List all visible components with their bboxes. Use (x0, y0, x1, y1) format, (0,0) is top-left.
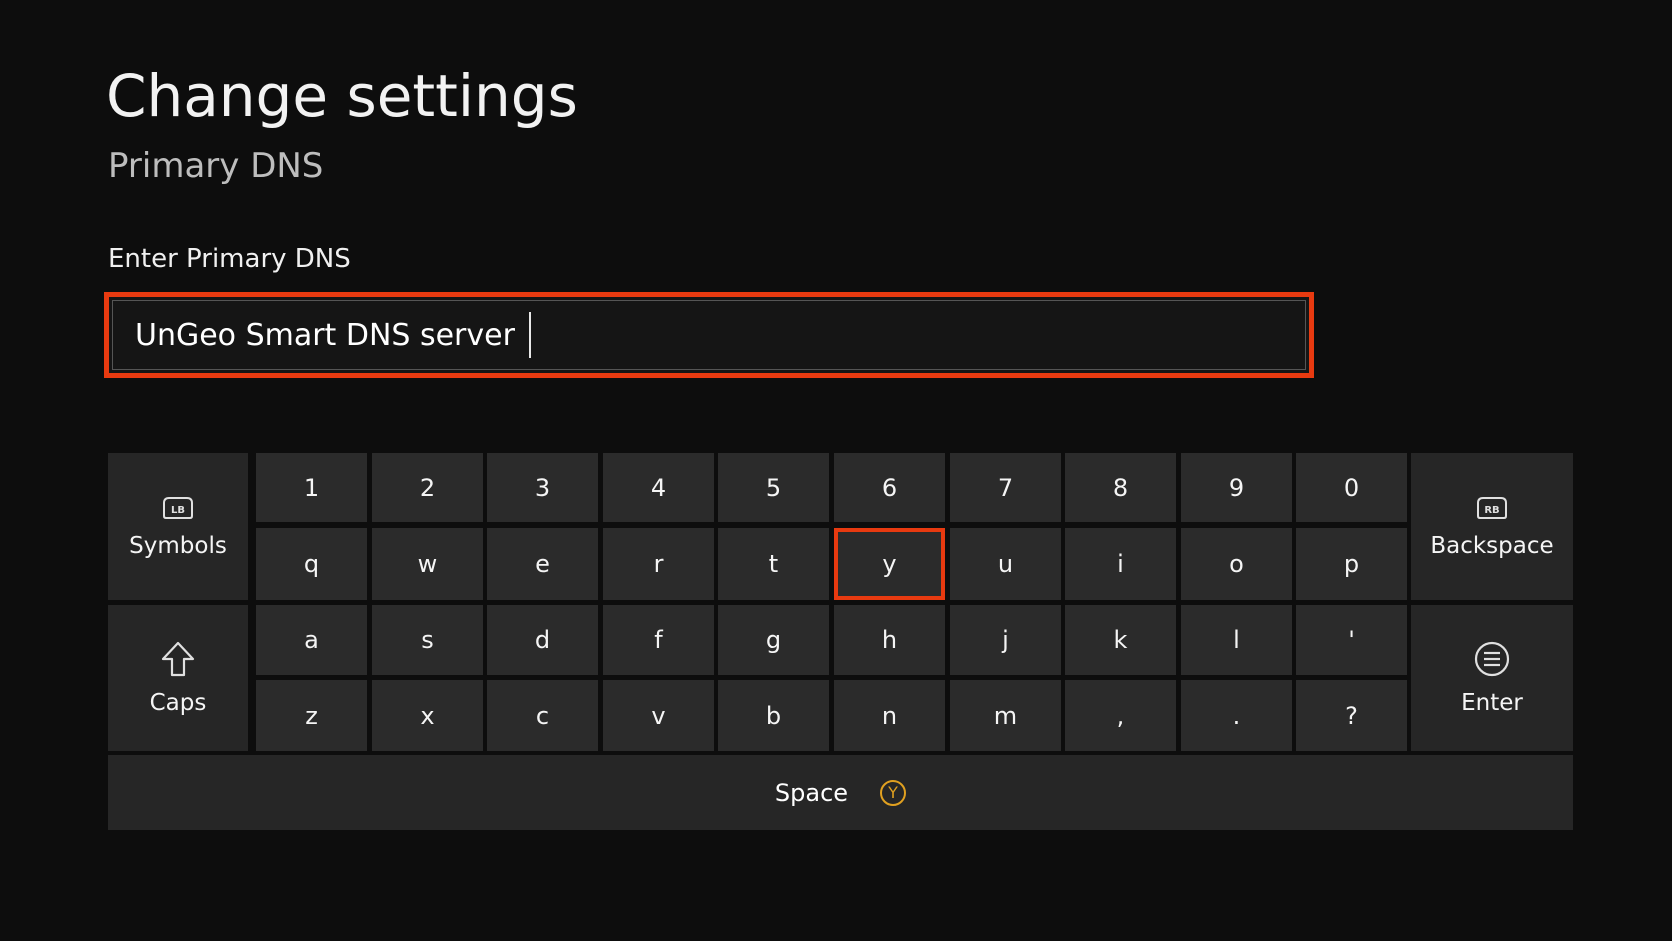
key-0-6[interactable]: 7 (950, 453, 1061, 522)
rb-bumper-icon: RB (1474, 495, 1510, 521)
caps-label: Caps (149, 690, 207, 716)
enter-label: Enter (1461, 690, 1523, 716)
field-label: Enter Primary DNS (108, 244, 351, 274)
key-1-6[interactable]: u (950, 528, 1061, 600)
key-2-6[interactable]: j (950, 605, 1061, 675)
key-2-9[interactable]: ' (1296, 605, 1407, 675)
key-3-3[interactable]: v (603, 680, 714, 751)
key-1-4[interactable]: t (718, 528, 829, 600)
key-0-4[interactable]: 5 (718, 453, 829, 522)
key-0-8[interactable]: 9 (1181, 453, 1292, 522)
key-2-3[interactable]: f (603, 605, 714, 675)
backspace-label: Backspace (1430, 532, 1554, 559)
key-3-9[interactable]: ? (1296, 680, 1407, 751)
key-1-8[interactable]: o (1181, 528, 1292, 600)
page-subtitle: Primary DNS (108, 146, 324, 186)
key-3-6[interactable]: m (950, 680, 1061, 751)
lb-bumper-icon: LB (160, 495, 196, 521)
menu-button-icon (1473, 640, 1511, 678)
input-value: UnGeo Smart DNS server (135, 317, 515, 353)
key-2-0[interactable]: a (256, 605, 367, 675)
key-2-8[interactable]: l (1181, 605, 1292, 675)
key-2-7[interactable]: k (1065, 605, 1176, 675)
key-3-8[interactable]: . (1181, 680, 1292, 751)
key-3-2[interactable]: c (487, 680, 598, 751)
svg-text:LB: LB (171, 505, 185, 516)
key-1-3[interactable]: r (603, 528, 714, 600)
symbols-label: Symbols (129, 532, 227, 559)
key-0-2[interactable]: 3 (487, 453, 598, 522)
key-3-1[interactable]: x (372, 680, 483, 751)
space-key[interactable]: Space Y (108, 755, 1573, 830)
caps-key[interactable]: Caps (108, 605, 248, 751)
key-1-7[interactable]: i (1065, 528, 1176, 600)
y-button-icon: Y (880, 779, 907, 806)
svg-text:RB: RB (1484, 505, 1499, 516)
enter-key[interactable]: Enter (1411, 605, 1573, 751)
symbols-key[interactable]: LB Symbols (108, 453, 248, 600)
key-1-9[interactable]: p (1296, 528, 1407, 600)
key-3-4[interactable]: b (718, 680, 829, 751)
key-0-7[interactable]: 8 (1065, 453, 1176, 522)
key-3-0[interactable]: z (256, 680, 367, 751)
key-1-5[interactable]: y (834, 528, 945, 600)
key-1-0[interactable]: q (256, 528, 367, 600)
primary-dns-input[interactable]: UnGeo Smart DNS server (104, 292, 1314, 378)
key-1-2[interactable]: e (487, 528, 598, 600)
key-2-5[interactable]: h (834, 605, 945, 675)
key-3-7[interactable]: , (1065, 680, 1176, 751)
key-2-1[interactable]: s (372, 605, 483, 675)
page-title: Change settings (106, 62, 578, 130)
space-label: Space (774, 778, 849, 807)
key-0-1[interactable]: 2 (372, 453, 483, 522)
key-0-3[interactable]: 4 (603, 453, 714, 522)
backspace-key[interactable]: RB Backspace (1411, 453, 1573, 600)
key-3-5[interactable]: n (834, 680, 945, 751)
key-2-4[interactable]: g (718, 605, 829, 675)
key-0-0[interactable]: 1 (256, 453, 367, 522)
key-2-2[interactable]: d (487, 605, 598, 675)
on-screen-keyboard: LB Symbols RB Backspace Caps Enter Space… (108, 453, 1573, 830)
key-1-1[interactable]: w (372, 528, 483, 600)
shift-arrow-icon (160, 640, 196, 678)
key-0-9[interactable]: 0 (1296, 453, 1407, 522)
key-0-5[interactable]: 6 (834, 453, 945, 522)
text-caret (528, 312, 531, 358)
